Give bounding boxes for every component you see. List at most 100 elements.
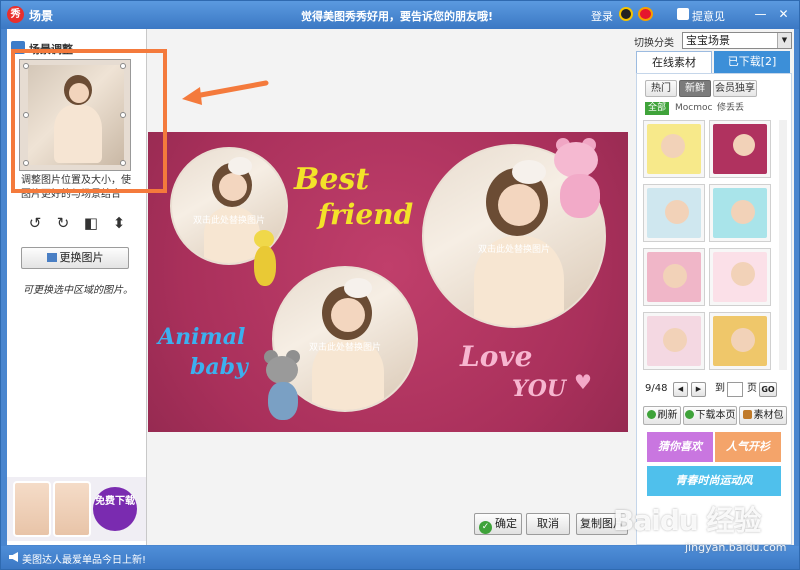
- replace-tip: 可更换选中区域的图片。: [23, 285, 133, 296]
- material-package-button[interactable]: 素材包: [739, 406, 787, 425]
- material-thumb[interactable]: [709, 248, 771, 306]
- subtab-hot[interactable]: 热门: [645, 80, 677, 97]
- filter-xiudiudiu[interactable]: 修丢丢: [717, 102, 744, 115]
- filter-all[interactable]: 全部: [645, 102, 670, 115]
- refresh-button[interactable]: 刷新: [643, 406, 681, 425]
- prev-page-button[interactable]: ◀: [673, 382, 688, 397]
- material-list: 热门 新鲜 会员独享 全部 Mocmoc 修丢丢 9/48 ◀ ▶ 到 页 GO…: [636, 73, 792, 545]
- image-icon: [46, 253, 57, 262]
- material-thumb[interactable]: [643, 184, 705, 242]
- subtab-vip[interactable]: 会员独享: [713, 80, 757, 97]
- ad-model-1: [13, 481, 51, 537]
- tab-downloaded[interactable]: 已下载[2]: [714, 51, 790, 73]
- material-thumb[interactable]: [643, 248, 705, 306]
- subtab-fresh[interactable]: 新鲜: [679, 80, 711, 97]
- guess-you-like-banner[interactable]: 猜你喜欢: [647, 432, 713, 462]
- rotate-right-icon[interactable]: ↻: [53, 213, 73, 233]
- minimize-button[interactable]: —: [753, 7, 768, 22]
- material-preview: [647, 188, 701, 238]
- feedback-icon[interactable]: [677, 8, 689, 20]
- replace-image-button[interactable]: 更换图片: [21, 247, 129, 269]
- cancel-button[interactable]: 取消: [526, 513, 570, 535]
- ok-button[interactable]: ✓ 确定: [474, 513, 522, 535]
- material-actions: 刷新 下载本页 素材包: [641, 406, 793, 426]
- refresh-icon: [646, 410, 656, 419]
- thumb-baby: [665, 200, 689, 224]
- grey-mouse-sticker[interactable]: [260, 350, 304, 422]
- weibo-icon[interactable]: [638, 7, 653, 21]
- material-grid: [643, 120, 773, 370]
- download-page-button[interactable]: 下载本页: [683, 406, 737, 425]
- material-tabs: 在线素材 已下载[2]: [634, 51, 794, 73]
- highlight-annotation: [11, 49, 167, 193]
- bear-head: [554, 142, 598, 178]
- material-preview: [713, 124, 767, 174]
- thumb-baby: [661, 134, 685, 158]
- category-select[interactable]: 宝宝场景 ▼: [682, 32, 792, 49]
- slot-flower: [512, 160, 546, 184]
- slogan-text: 觉得美图秀秀好用，要告诉您的朋友哦!: [301, 10, 494, 23]
- filter-mocmoc[interactable]: Mocmoc: [675, 102, 712, 115]
- love-text: Love: [460, 340, 533, 373]
- thumb-baby: [663, 264, 687, 288]
- title-bar: 秀 场景 觉得美图秀秀好用，要告诉您的朋友哦! 登录 提意见 — ✕: [1, 1, 799, 29]
- you-text: YOU: [512, 376, 567, 402]
- youth-sports-banner[interactable]: 青春时尚运动风: [647, 466, 781, 496]
- slot-face: [331, 298, 365, 332]
- download-page-label: 下载本页: [695, 410, 736, 421]
- material-preview: [647, 252, 701, 302]
- flip-horizontal-icon[interactable]: ◧: [81, 213, 101, 233]
- heart-icon: ♥: [574, 370, 592, 394]
- next-page-button[interactable]: ▶: [691, 382, 706, 397]
- flip-vertical-icon[interactable]: ⬍: [109, 213, 129, 233]
- free-download-badge[interactable]: 免费下载: [93, 487, 137, 531]
- material-thumb[interactable]: [643, 120, 705, 178]
- material-preview: [647, 124, 701, 174]
- refresh-label: 刷新: [657, 410, 678, 421]
- feedback-link[interactable]: 提意见: [692, 8, 725, 24]
- pink-bear-sticker[interactable]: [546, 136, 616, 236]
- material-thumb[interactable]: [709, 120, 771, 178]
- friend-text: friend: [318, 198, 414, 231]
- giraffe-sticker[interactable]: [248, 228, 282, 288]
- page-input[interactable]: [727, 382, 743, 397]
- thumb-baby: [733, 134, 755, 156]
- material-scrollbar[interactable]: [779, 120, 787, 370]
- tab-online-materials[interactable]: 在线素材: [636, 51, 712, 73]
- giraffe-body: [254, 246, 276, 286]
- qq-icon[interactable]: [619, 7, 633, 21]
- go-button[interactable]: GO: [759, 382, 777, 397]
- ad-banner[interactable]: 免费下载: [7, 477, 146, 541]
- thumb-baby: [731, 262, 755, 286]
- material-thumb[interactable]: [709, 184, 771, 242]
- check-icon: ✓: [479, 521, 492, 534]
- login-link[interactable]: 登录: [591, 8, 613, 24]
- baidu-watermark: Baidu 经验 jingyan.baidu.com: [613, 499, 793, 559]
- chevron-down-icon[interactable]: ▼: [777, 33, 791, 48]
- material-filters: 全部 Mocmoc 修丢丢: [645, 102, 785, 116]
- mouse-body: [268, 382, 298, 420]
- material-thumb[interactable]: [709, 312, 771, 370]
- material-preview: [713, 316, 767, 366]
- popular-cardigan-banner[interactable]: 人气开衫: [715, 432, 781, 462]
- package-label: 素材包: [753, 410, 784, 421]
- ad-model-2: [53, 481, 91, 537]
- mouse-head: [266, 356, 298, 384]
- bear-body: [560, 174, 600, 218]
- material-panel: 切换分类 宝宝场景 ▼ 在线素材 已下载[2] 热门 新鲜 会员独享 全部 Mo…: [634, 29, 794, 545]
- rotate-left-icon[interactable]: ↺: [25, 213, 45, 233]
- download-icon: [684, 410, 694, 419]
- window-title: 场景: [29, 9, 54, 23]
- close-button[interactable]: ✕: [776, 7, 791, 22]
- slot-face: [219, 173, 247, 201]
- slot-flower: [228, 157, 252, 175]
- watermark-url: jingyan.baidu.com: [685, 541, 787, 554]
- status-message[interactable]: 美图达人最爱单品今日上新!: [22, 551, 146, 566]
- material-thumb[interactable]: [643, 312, 705, 370]
- page-indicator: 9/48: [645, 383, 668, 394]
- thumb-baby: [731, 328, 755, 352]
- animal-text: Animal: [158, 324, 246, 350]
- app-logo-icon: 秀: [7, 6, 24, 23]
- speaker-icon: [9, 552, 18, 562]
- scene-canvas[interactable]: 双击此处替换图片 双击此处替换图片 双击此处替换图片 Best friend A…: [148, 132, 628, 432]
